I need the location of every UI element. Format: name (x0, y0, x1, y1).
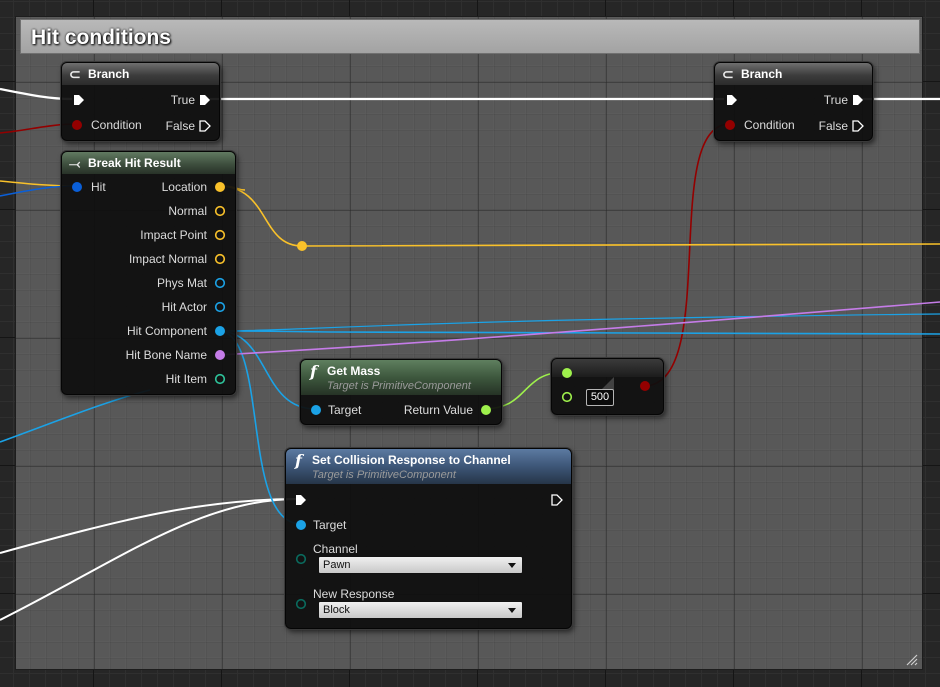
target-pin-icon[interactable] (310, 404, 322, 416)
branch-icon: ⊂ (69, 66, 81, 82)
phys-mat-label: Phys Mat (156, 276, 207, 290)
new-response-pin-icon[interactable] (295, 598, 307, 610)
function-icon: f (295, 451, 302, 470)
false-label: False (165, 119, 195, 133)
new-response-dropdown[interactable]: Block (318, 601, 523, 619)
branch-header[interactable]: ⊂ Branch (715, 63, 872, 85)
hit-actor-pin-icon[interactable] (214, 301, 226, 313)
hit-item-pin-icon[interactable] (214, 373, 226, 385)
compare-value-input[interactable]: 500 (586, 389, 614, 406)
float-in-a-pin-icon[interactable] (561, 367, 573, 379)
get-mass-node[interactable]: f Get Mass Target is PrimitiveComponent … (300, 359, 502, 425)
function-icon: f (310, 362, 317, 381)
compare-float-node[interactable]: 500 (551, 358, 664, 415)
get-mass-header[interactable]: f Get Mass Target is PrimitiveComponent (301, 360, 501, 395)
location-label: Location (161, 180, 207, 194)
comment-header[interactable]: Hit conditions (20, 19, 920, 54)
impact-point-label: Impact Point (140, 228, 207, 242)
set-collision-response-node[interactable]: f Set Collision Response to Channel Targ… (285, 448, 572, 629)
impact-point-pin-icon[interactable] (214, 229, 226, 241)
node-title: Break Hit Result (88, 156, 181, 170)
exec-false-pin-icon[interactable] (852, 120, 864, 132)
phys-mat-pin-icon[interactable] (214, 277, 226, 289)
hit-component-pin-icon[interactable] (214, 325, 226, 337)
node-title: Set Collision Response to Channel (312, 453, 511, 467)
new-response-label: New Response (313, 587, 395, 601)
normal-pin-icon[interactable] (214, 205, 226, 217)
return-value-pin-icon[interactable] (480, 404, 492, 416)
target-label: Target (313, 518, 347, 532)
chevron-down-icon (508, 563, 516, 568)
set-collision-header[interactable]: f Set Collision Response to Channel Targ… (286, 449, 571, 484)
branch-icon: ⊂ (722, 66, 734, 82)
exec-in-pin-icon[interactable] (726, 94, 738, 106)
false-label: False (818, 119, 848, 133)
branch-header[interactable]: ⊂ Branch (62, 63, 219, 85)
hit-item-label: Hit Item (165, 372, 207, 386)
impact-normal-label: Impact Normal (128, 252, 207, 266)
node-subtitle: Target is PrimitiveComponent (327, 380, 471, 392)
break-hit-result-node[interactable]: ⤙ Break Hit Result Hit Location Normal I… (61, 151, 236, 395)
node-title: Branch (741, 67, 783, 81)
hit-bone-name-pin-icon[interactable] (214, 349, 226, 361)
true-label: True (823, 93, 848, 107)
hit-pin-icon[interactable] (71, 181, 83, 193)
channel-value: Pawn (323, 559, 351, 571)
channel-dropdown[interactable]: Pawn (318, 556, 523, 574)
true-label: True (170, 93, 195, 107)
chevron-down-icon (508, 608, 516, 613)
resize-grip-icon[interactable] (904, 652, 918, 666)
target-label: Target (328, 403, 362, 417)
new-response-value: Block (323, 604, 350, 616)
exec-in-pin-icon[interactable] (73, 94, 85, 106)
hit-component-label: Hit Component (126, 324, 207, 338)
comment-title: Hit conditions (31, 26, 171, 49)
return-value-label: Return Value (403, 403, 473, 417)
branch-node-right[interactable]: ⊂ Branch True Condition False (714, 62, 873, 141)
node-title: Branch (88, 67, 130, 81)
condition-pin-icon[interactable] (71, 119, 83, 131)
hit-label: Hit (91, 180, 106, 194)
target-pin-icon[interactable] (295, 519, 307, 531)
impact-normal-pin-icon[interactable] (214, 253, 226, 265)
normal-label: Normal (168, 204, 207, 218)
condition-label: Condition (744, 118, 795, 132)
node-title: Get Mass (327, 364, 381, 378)
condition-label: Condition (91, 118, 142, 132)
exec-in-pin-icon[interactable] (295, 494, 307, 506)
bool-out-pin-icon[interactable] (639, 380, 651, 392)
hit-actor-label: Hit Actor (161, 300, 207, 314)
break-struct-icon: ⤙ (69, 155, 81, 171)
exec-true-pin-icon[interactable] (199, 94, 211, 106)
channel-label: Channel (313, 542, 358, 556)
location-pin-icon[interactable] (214, 181, 226, 193)
hit-bone-name-label: Hit Bone Name (125, 348, 207, 362)
float-in-b-pin-icon[interactable] (561, 391, 573, 403)
exec-out-pin-icon[interactable] (551, 494, 563, 506)
break-hit-header[interactable]: ⤙ Break Hit Result (62, 152, 235, 174)
exec-true-pin-icon[interactable] (852, 94, 864, 106)
exec-false-pin-icon[interactable] (199, 120, 211, 132)
condition-pin-icon[interactable] (724, 119, 736, 131)
channel-pin-icon[interactable] (295, 553, 307, 565)
branch-node-left[interactable]: ⊂ Branch True Condition False (61, 62, 220, 141)
node-subtitle: Target is PrimitiveComponent (312, 469, 456, 481)
